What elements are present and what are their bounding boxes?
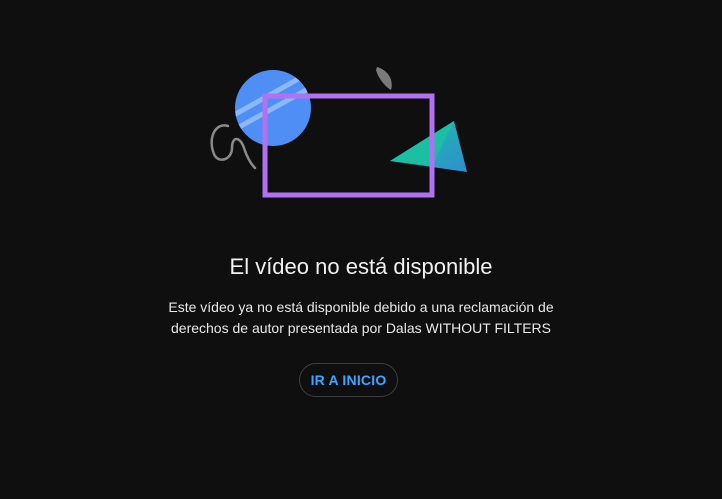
go-home-button[interactable]: IR A INICIO — [299, 363, 398, 397]
illustration-graphic — [210, 67, 467, 198]
teal-triangle-shape — [390, 121, 467, 172]
error-message-line: derechos de autor presentada por Dalas W… — [171, 320, 551, 336]
blue-circle-shape — [235, 70, 311, 146]
error-title: El vídeo no está disponible — [229, 254, 493, 279]
error-message-line: Este vídeo ya no está disponible debido … — [168, 299, 554, 315]
half-moon-shape — [376, 67, 392, 90]
error-message: Este vídeo ya no está disponible debido … — [0, 297, 722, 339]
error-page: El vídeo no está disponible Este vídeo y… — [0, 0, 722, 499]
unavailable-illustration — [0, 0, 722, 220]
